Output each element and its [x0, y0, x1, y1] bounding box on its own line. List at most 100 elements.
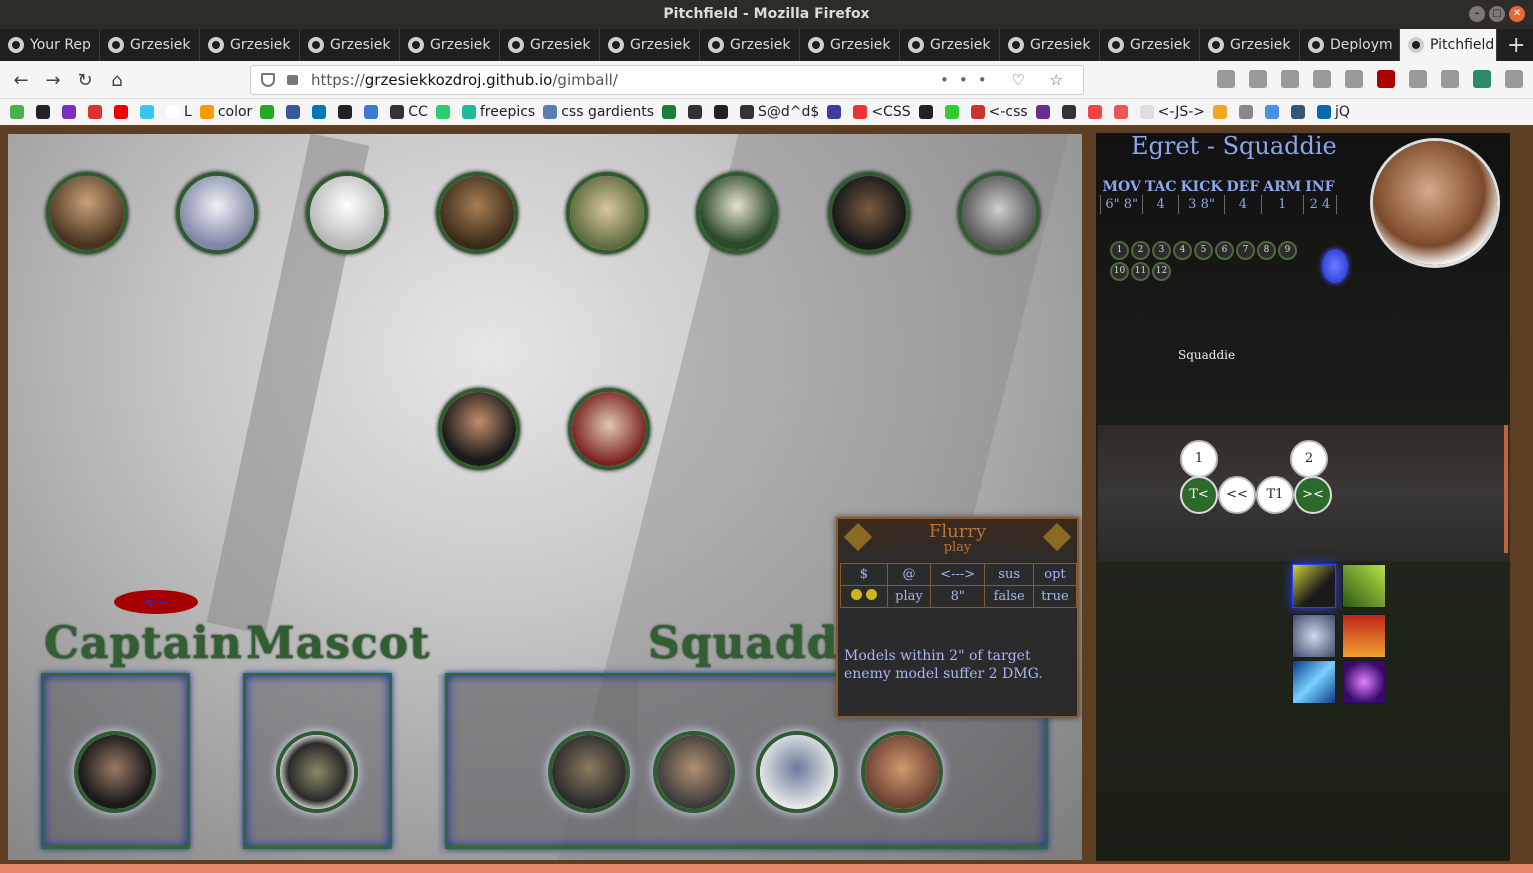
scrollbar[interactable]: [1504, 425, 1508, 553]
tab[interactable]: Grzesiek: [1200, 29, 1300, 61]
health-box[interactable]: 5: [1194, 241, 1213, 260]
bookmark[interactable]: [140, 105, 158, 119]
health-box[interactable]: 11: [1131, 262, 1150, 281]
close-icon[interactable]: ✕: [1509, 6, 1525, 22]
game-board[interactable]: <--- Captain Mascot Squaddie: [8, 134, 1082, 860]
bookmark[interactable]: L: [166, 104, 192, 120]
bookmark[interactable]: [662, 105, 680, 119]
bookmark[interactable]: [1035, 105, 1054, 119]
bookmark[interactable]: [714, 105, 732, 119]
bookmark[interactable]: jQ: [1317, 104, 1350, 120]
bookmark[interactable]: [435, 105, 454, 119]
extension-icon[interactable]: [1441, 70, 1459, 88]
squaddie-token[interactable]: [756, 731, 838, 813]
influence-orb-icon[interactable]: [1322, 249, 1348, 283]
bookmark[interactable]: [688, 105, 706, 119]
squaddie-token[interactable]: [653, 731, 735, 813]
playbook-result[interactable]: T<: [1180, 476, 1218, 514]
bookmark[interactable]: <-css: [970, 104, 1028, 120]
bookmark[interactable]: [1061, 105, 1080, 119]
bookmark[interactable]: [1239, 105, 1257, 119]
minimize-icon[interactable]: –: [1469, 6, 1485, 22]
bookmark[interactable]: [944, 105, 963, 119]
bookmark[interactable]: [1291, 105, 1309, 119]
bookmark[interactable]: [114, 105, 132, 119]
playbook-result[interactable]: T1: [1256, 476, 1294, 514]
player-token[interactable]: [566, 172, 648, 254]
player-token[interactable]: [958, 172, 1040, 254]
bookmark[interactable]: <CSS: [853, 104, 911, 120]
forward-arrow-icon[interactable]: →: [42, 70, 64, 92]
health-box[interactable]: 4: [1173, 241, 1192, 260]
tab[interactable]: Your Rep: [0, 29, 100, 61]
player-token[interactable]: [306, 172, 388, 254]
ability-icon[interactable]: [1292, 564, 1336, 608]
back-arrow-icon[interactable]: ←: [10, 70, 32, 92]
tab[interactable]: Grzesiek: [800, 29, 900, 61]
tab[interactable]: Grzesiek: [100, 29, 200, 61]
bookmark[interactable]: [918, 105, 937, 119]
player-token[interactable]: [696, 172, 778, 254]
playbook-column[interactable]: 2: [1290, 440, 1328, 478]
bookmark[interactable]: [1265, 105, 1283, 119]
maximize-icon[interactable]: □: [1489, 6, 1505, 22]
bookmark[interactable]: [10, 105, 28, 119]
tab-active[interactable]: Pitchfield✕: [1400, 29, 1497, 61]
lock-icon[interactable]: [287, 75, 298, 85]
extension-icon[interactable]: [1473, 70, 1491, 88]
ability-icon[interactable]: [1342, 614, 1386, 658]
extension-icon[interactable]: [1281, 70, 1299, 88]
health-box[interactable]: 9: [1278, 241, 1297, 260]
sidebar-icon[interactable]: [1249, 70, 1267, 88]
back-button[interactable]: <---: [114, 590, 198, 614]
menu-icon[interactable]: [1505, 70, 1523, 88]
tab[interactable]: Grzesiek: [600, 29, 700, 61]
url-bar[interactable]: https://grzesiekkozdroj.github.io/gimbal…: [250, 65, 1084, 95]
health-box[interactable]: 1: [1110, 241, 1129, 260]
playbook-result[interactable]: <<: [1218, 476, 1256, 514]
ublock-icon[interactable]: [1377, 70, 1395, 88]
reload-icon[interactable]: ↻: [74, 70, 96, 92]
ability-icon[interactable]: [1342, 564, 1386, 608]
bookmark[interactable]: [286, 105, 304, 119]
bookmark[interactable]: S@d^d$: [740, 104, 819, 120]
health-box[interactable]: 10: [1110, 262, 1129, 281]
bookmark[interactable]: [312, 105, 330, 119]
health-box[interactable]: 12: [1152, 262, 1171, 281]
library-icon[interactable]: [1217, 70, 1235, 88]
mascot-token[interactable]: [276, 731, 358, 813]
bookmark[interactable]: [1087, 105, 1106, 119]
player-token[interactable]: [828, 172, 910, 254]
health-box[interactable]: 8: [1257, 241, 1276, 260]
bookmark[interactable]: color: [199, 104, 252, 120]
tab[interactable]: Grzesiek: [200, 29, 300, 61]
bookmark[interactable]: freepics: [461, 104, 535, 120]
tab[interactable]: Grzesiek: [300, 29, 400, 61]
bookmark[interactable]: css gardients: [543, 104, 654, 120]
playbook-column[interactable]: 1: [1180, 440, 1218, 478]
squaddie-token[interactable]: [861, 731, 943, 813]
bookmark[interactable]: [88, 105, 106, 119]
page-scrollbar[interactable]: [0, 864, 1533, 873]
tab[interactable]: Grzesiek: [1100, 29, 1200, 61]
health-box[interactable]: 3: [1152, 241, 1171, 260]
extension-icon[interactable]: [1313, 70, 1331, 88]
tab[interactable]: Grzesiek: [700, 29, 800, 61]
tab[interactable]: Grzesiek: [900, 29, 1000, 61]
bookmark[interactable]: [827, 105, 845, 119]
player-token[interactable]: [436, 172, 518, 254]
ability-icon[interactable]: [1292, 614, 1336, 658]
player-token[interactable]: [46, 172, 128, 254]
bookmark[interactable]: CC: [390, 104, 428, 120]
tab[interactable]: Grzesiek: [500, 29, 600, 61]
playbook-result[interactable]: ><: [1294, 476, 1332, 514]
squaddie-token[interactable]: [548, 731, 630, 813]
player-token[interactable]: [176, 172, 258, 254]
extension-icon[interactable]: [1345, 70, 1363, 88]
extension-icon[interactable]: [1409, 70, 1427, 88]
bookmark[interactable]: [364, 105, 382, 119]
health-box[interactable]: 2: [1131, 241, 1150, 260]
tab[interactable]: Deploym: [1300, 29, 1400, 61]
ability-icon[interactable]: [1342, 660, 1386, 704]
bookmark[interactable]: [1213, 105, 1231, 119]
